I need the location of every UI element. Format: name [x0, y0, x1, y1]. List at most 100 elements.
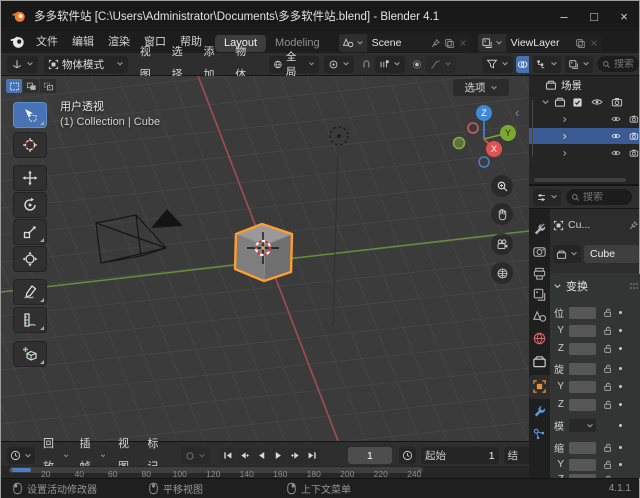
outliner-filter-button[interactable] — [565, 55, 593, 73]
menu-edit[interactable]: 编辑 — [65, 31, 101, 53]
lock-icon[interactable] — [602, 325, 613, 336]
select-mode-extend-button[interactable] — [23, 79, 39, 93]
ortho-grid-button[interactable] — [491, 262, 513, 284]
navigation-gizmo[interactable]: Z Y X — [441, 96, 527, 182]
hide-eye-icon[interactable] — [611, 130, 621, 142]
breadcrumb-object-name[interactable]: Cu... — [568, 219, 628, 231]
gizmo-axis-y[interactable]: Y — [500, 125, 516, 141]
properties-editor-type-button[interactable] — [533, 188, 561, 206]
rotation-mode-dropdown[interactable] — [569, 419, 596, 432]
pin-icon[interactable] — [628, 220, 639, 231]
tool-move[interactable] — [13, 165, 47, 191]
minimize-button[interactable]: – — [549, 4, 579, 28]
lock-icon[interactable] — [602, 363, 613, 374]
gizmo-axis-z[interactable]: Z — [476, 105, 492, 121]
viewlayer-browse-button[interactable] — [477, 34, 506, 52]
viewlayer-name-field[interactable]: ViewLayer — [506, 37, 575, 49]
timeline-editor-type-button[interactable] — [7, 447, 35, 464]
render-visibility-icon[interactable] — [629, 113, 639, 125]
tab-output-icon[interactable] — [532, 266, 547, 281]
panel-drag-dots-icon[interactable] — [629, 282, 639, 290]
gizmo-axis-neg-x[interactable] — [467, 122, 479, 134]
prev-keyframe-button[interactable] — [236, 447, 253, 464]
outliner-row-cube-selected[interactable] — [529, 128, 639, 144]
tool-annotate[interactable] — [13, 279, 47, 305]
render-visibility-icon[interactable] — [629, 130, 639, 142]
animate-dot[interactable] — [619, 385, 622, 388]
lock-icon[interactable] — [602, 459, 613, 470]
new-viewlayer-icon[interactable] — [575, 38, 586, 49]
animate-dot[interactable] — [619, 446, 622, 449]
animate-dot[interactable] — [619, 311, 622, 314]
frame-start-field[interactable]: 起始 1 — [421, 447, 499, 464]
viewlayer-selector[interactable]: ViewLayer — [477, 34, 602, 52]
timeline-current-range-indicator[interactable] — [11, 468, 31, 472]
camera-view-button[interactable] — [491, 233, 513, 255]
pin-icon[interactable] — [430, 38, 441, 49]
tool-scale[interactable] — [13, 219, 47, 245]
outliner-scrollbar[interactable] — [534, 178, 626, 182]
menu-render[interactable]: 渲染 — [101, 31, 137, 53]
transform-orientation-dropdown[interactable]: 全局 — [269, 51, 319, 78]
render-visibility-icon[interactable] — [629, 147, 639, 159]
maximize-button[interactable]: □ — [579, 4, 609, 28]
tool-cursor[interactable] — [13, 132, 47, 158]
tool-transform[interactable] — [13, 246, 47, 272]
tab-tool-icon[interactable] — [532, 222, 547, 237]
transform-row-location-y[interactable]: Y — [550, 323, 640, 338]
editor-type-button[interactable] — [7, 55, 38, 73]
animate-dot[interactable] — [619, 463, 622, 466]
outliner-row-camera[interactable] — [529, 111, 639, 127]
pivot-point-dropdown[interactable] — [323, 55, 354, 73]
hide-eye-icon[interactable] — [611, 113, 621, 125]
snap-target-dropdown[interactable] — [375, 55, 406, 73]
jump-to-start-button[interactable] — [219, 447, 236, 464]
select-mode-subtract-button[interactable] — [40, 79, 56, 93]
tab-modifiers-icon[interactable] — [532, 404, 547, 419]
expand-chevron-icon[interactable] — [561, 132, 568, 141]
lock-icon[interactable] — [602, 343, 613, 354]
use-preview-range-toggle[interactable] — [399, 447, 416, 464]
animate-dot[interactable] — [619, 329, 622, 332]
scene-name-field[interactable]: Scene — [367, 37, 430, 49]
tab-physics-icon[interactable] — [532, 427, 547, 442]
zoom-button[interactable] — [491, 175, 513, 197]
current-frame-field[interactable]: 1 — [347, 447, 392, 464]
lock-icon[interactable] — [602, 442, 613, 453]
blender-menu-logo-icon[interactable] — [9, 34, 25, 50]
outliner-row-light[interactable] — [529, 145, 639, 161]
next-keyframe-button[interactable] — [287, 447, 304, 464]
show-overlays-toggle[interactable] — [516, 55, 529, 73]
animate-dot[interactable] — [619, 403, 622, 406]
outliner-search[interactable] — [597, 56, 639, 72]
transform-row-location-z[interactable]: Z — [550, 341, 640, 356]
jump-to-end-button[interactable] — [304, 447, 321, 464]
outliner-search-input[interactable] — [614, 58, 634, 70]
render-visibility-icon[interactable] — [611, 96, 623, 108]
gizmo-axis-neg-z[interactable] — [478, 156, 490, 168]
proportional-editing-icon[interactable] — [412, 59, 422, 70]
transform-row-rotation-x[interactable]: 旋 — [550, 361, 640, 376]
close-button[interactable]: × — [609, 4, 639, 28]
scene-browse-button[interactable] — [338, 34, 367, 52]
gizmo-axis-neg-y[interactable] — [452, 136, 466, 150]
animate-dot[interactable] — [619, 424, 622, 427]
tool-measure[interactable] — [13, 307, 47, 333]
expand-chevron-icon[interactable] — [561, 115, 568, 124]
transform-row-location-x[interactable]: 位 — [550, 305, 640, 320]
tab-collection-icon[interactable] — [532, 354, 547, 369]
outliner-row-collection[interactable] — [529, 94, 639, 110]
play-button[interactable] — [270, 447, 287, 464]
lock-icon[interactable] — [602, 307, 613, 318]
transform-row-rotation-y[interactable]: Y — [550, 379, 640, 394]
tool-add-cube[interactable] — [13, 341, 47, 367]
tab-scene-icon[interactable] — [532, 309, 547, 324]
menu-file[interactable]: 文件 — [29, 31, 65, 53]
tab-render-icon[interactable] — [532, 244, 547, 259]
properties-search[interactable] — [566, 189, 632, 205]
expand-chevron-icon[interactable] — [541, 98, 550, 107]
properties-search-input[interactable] — [583, 191, 627, 203]
auto-keying-toggle[interactable] — [180, 447, 210, 464]
filter-dropdown[interactable] — [482, 55, 514, 73]
new-scene-icon[interactable] — [444, 38, 455, 49]
